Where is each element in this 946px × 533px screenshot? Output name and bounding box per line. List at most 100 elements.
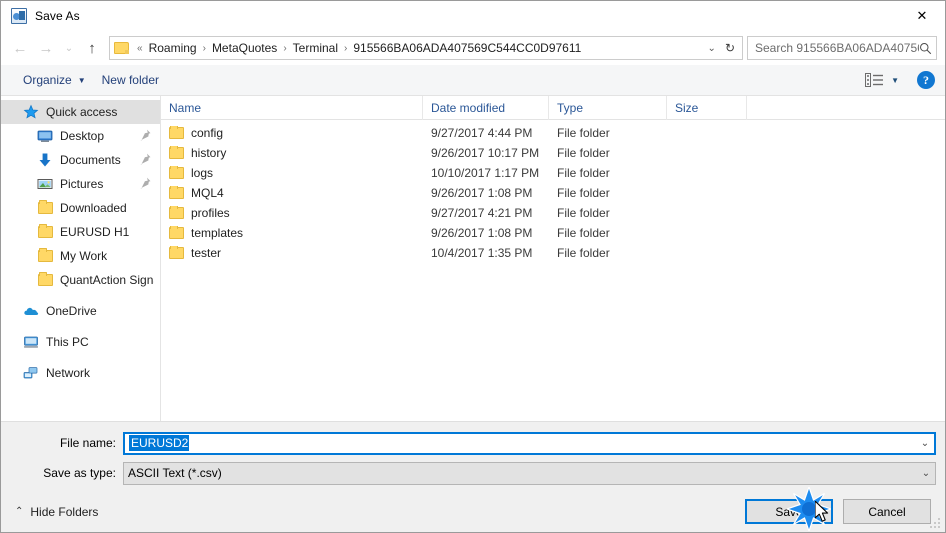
sidebar-item-quick-access[interactable]: Quick access xyxy=(1,100,160,124)
file-row-name: logs xyxy=(161,166,423,180)
chevron-down-icon[interactable]: ⌄ xyxy=(701,43,723,54)
column-header-name[interactable]: Name ⌃ xyxy=(161,95,423,120)
sidebar-item-this-pc[interactable]: This PC xyxy=(1,330,160,354)
file-row-name: history xyxy=(161,146,423,160)
search-icon[interactable] xyxy=(919,42,932,55)
column-header-label: Type xyxy=(557,100,584,115)
address-bar[interactable]: « Roaming › MetaQuotes › Terminal › 9155… xyxy=(109,36,743,60)
column-headers: Name ⌃ Date modified Type Size xyxy=(161,95,945,120)
sidebar-item-label: OneDrive xyxy=(46,304,97,318)
up-icon[interactable]: ↑ xyxy=(79,35,105,61)
save-form: File name: EURUSD2 ⌄ Save as type: ASCII… xyxy=(1,421,945,491)
sidebar-item-label: Documents xyxy=(60,153,121,167)
search-input[interactable]: Search 915566BA06ADA40756... xyxy=(747,36,937,60)
close-icon[interactable]: ✕ xyxy=(899,1,945,31)
save-button[interactable]: Save xyxy=(745,499,833,524)
file-row-type: File folder xyxy=(557,226,610,240)
breadcrumb-separator: › xyxy=(283,42,287,54)
file-row[interactable]: MQL4 9/26/2017 1:08 PM File folder xyxy=(161,183,945,203)
hide-folders-button[interactable]: ⌃ Hide Folders xyxy=(11,502,102,522)
file-name-text: profiles xyxy=(191,206,230,220)
new-folder-label: New folder xyxy=(101,73,159,87)
file-name-text: templates xyxy=(191,226,244,240)
folder-icon xyxy=(169,226,184,239)
breadcrumb-item-metaquotes[interactable]: MetaQuotes xyxy=(209,39,280,57)
file-name-text: history xyxy=(191,146,227,160)
file-name-text: config xyxy=(191,126,224,140)
save-as-type-row: Save as type: ASCII Text (*.csv) ⌄ xyxy=(1,461,945,485)
folder-icon xyxy=(37,224,53,240)
refresh-icon[interactable]: ↻ xyxy=(723,41,740,55)
cancel-button[interactable]: Cancel xyxy=(843,499,931,524)
save-as-dialog: Save As ✕ ← → ⌄ ↑ « Roaming › MetaQuotes… xyxy=(0,0,946,533)
change-view-button[interactable]: ▼ xyxy=(861,70,903,90)
pin-icon[interactable] xyxy=(140,153,151,166)
folder-icon xyxy=(169,246,184,259)
folder-icon xyxy=(169,166,184,179)
file-row[interactable]: templates 9/26/2017 1:08 PM File folder xyxy=(161,223,945,243)
view-layout-icon xyxy=(865,73,884,87)
file-name-input[interactable]: EURUSD2 ⌄ xyxy=(123,431,936,455)
organize-button[interactable]: Organize ▼ xyxy=(15,69,94,91)
column-header-type[interactable]: Type xyxy=(549,95,667,120)
sidebar-item-documents[interactable]: Documents xyxy=(1,148,160,172)
sidebar-item-network[interactable]: Network xyxy=(1,361,160,385)
forward-icon[interactable]: → xyxy=(33,35,59,61)
chevron-down-icon[interactable]: ⌄ xyxy=(916,438,934,449)
resize-grip[interactable] xyxy=(929,517,942,530)
back-icon[interactable]: ← xyxy=(7,35,33,61)
sidebar-item-label: Network xyxy=(46,366,91,380)
organize-label: Organize xyxy=(23,73,72,87)
file-rows: config 9/27/2017 4:44 PM File folder histor… xyxy=(161,120,945,421)
file-row-type: File folder xyxy=(557,206,610,220)
file-row[interactable]: config 9/27/2017 4:44 PM File folder xyxy=(161,123,945,143)
pin-icon[interactable] xyxy=(140,129,151,142)
file-row-date: 10/10/2017 1:17 PM xyxy=(431,166,540,180)
file-row[interactable]: logs 10/10/2017 1:17 PM File folder xyxy=(161,163,945,183)
file-name-text: MQL4 xyxy=(191,186,224,200)
file-row[interactable]: profiles 9/27/2017 4:21 PM File folder xyxy=(161,203,945,223)
column-header-label: Date modified xyxy=(431,100,506,115)
sidebar-item-downloaded[interactable]: Downloaded xyxy=(1,196,160,220)
folder-icon xyxy=(169,126,184,139)
sidebar-item-label: Pictures xyxy=(60,177,104,191)
breadcrumb-item-roaming[interactable]: Roaming xyxy=(146,39,200,57)
file-row-name: templates xyxy=(161,226,423,240)
sidebar-item-eurusd-h1[interactable]: EURUSD H1 xyxy=(1,220,160,244)
help-icon[interactable]: ? xyxy=(917,71,935,89)
dialog-footer: ⌃ Hide Folders Save Cancel xyxy=(1,491,945,532)
breadcrumb-item-terminal-id[interactable]: 915566BA06ADA407569C544CC0D97611 xyxy=(350,39,584,57)
sidebar-item-label: This PC xyxy=(46,335,89,349)
file-row-type: File folder xyxy=(557,166,610,180)
file-row-type: File folder xyxy=(557,126,610,140)
sidebar-item-my-work[interactable]: My Work xyxy=(1,244,160,268)
navigation-sidebar: Quick access Desktop Documents Pictures Down… xyxy=(1,96,160,421)
title-bar: Save As ✕ xyxy=(1,1,945,31)
breadcrumb-item-terminal[interactable]: Terminal xyxy=(290,39,341,57)
sidebar-item-label: Downloaded xyxy=(60,201,127,215)
column-header-size[interactable]: Size xyxy=(667,95,747,120)
file-name-text: tester xyxy=(191,246,222,260)
pin-icon[interactable] xyxy=(140,177,151,190)
file-row-date: 9/27/2017 4:44 PM xyxy=(431,126,533,140)
sidebar-item-onedrive[interactable]: OneDrive xyxy=(1,299,160,323)
sidebar-item-label: QuantAction Signal xyxy=(60,273,154,287)
breadcrumb-overflow[interactable]: « xyxy=(134,43,146,54)
file-row[interactable]: history 9/26/2017 10:17 PM File folder xyxy=(161,143,945,163)
chevron-down-icon[interactable]: ⌄ xyxy=(917,468,935,479)
sidebar-item-quantaction-signal[interactable]: QuantAction Signal xyxy=(1,268,160,292)
file-name-label: File name: xyxy=(59,436,116,450)
sidebar-item-pictures[interactable]: Pictures xyxy=(1,172,160,196)
file-row-date: 9/26/2017 1:08 PM xyxy=(431,226,533,240)
computer-icon xyxy=(23,334,39,350)
new-folder-button[interactable]: New folder xyxy=(94,69,167,91)
column-header-date-modified[interactable]: Date modified xyxy=(423,95,549,120)
save-as-type-select[interactable]: ASCII Text (*.csv) ⌄ xyxy=(123,461,936,485)
file-row[interactable]: tester 10/4/2017 1:35 PM File folder xyxy=(161,243,945,263)
sidebar-item-desktop[interactable]: Desktop xyxy=(1,124,160,148)
file-row-name: tester xyxy=(161,246,423,260)
monitor-icon xyxy=(37,128,53,144)
picture-icon xyxy=(37,176,53,192)
recent-locations-icon[interactable]: ⌄ xyxy=(59,35,79,61)
dialog-body: Quick access Desktop Documents Pictures Down… xyxy=(1,95,945,421)
